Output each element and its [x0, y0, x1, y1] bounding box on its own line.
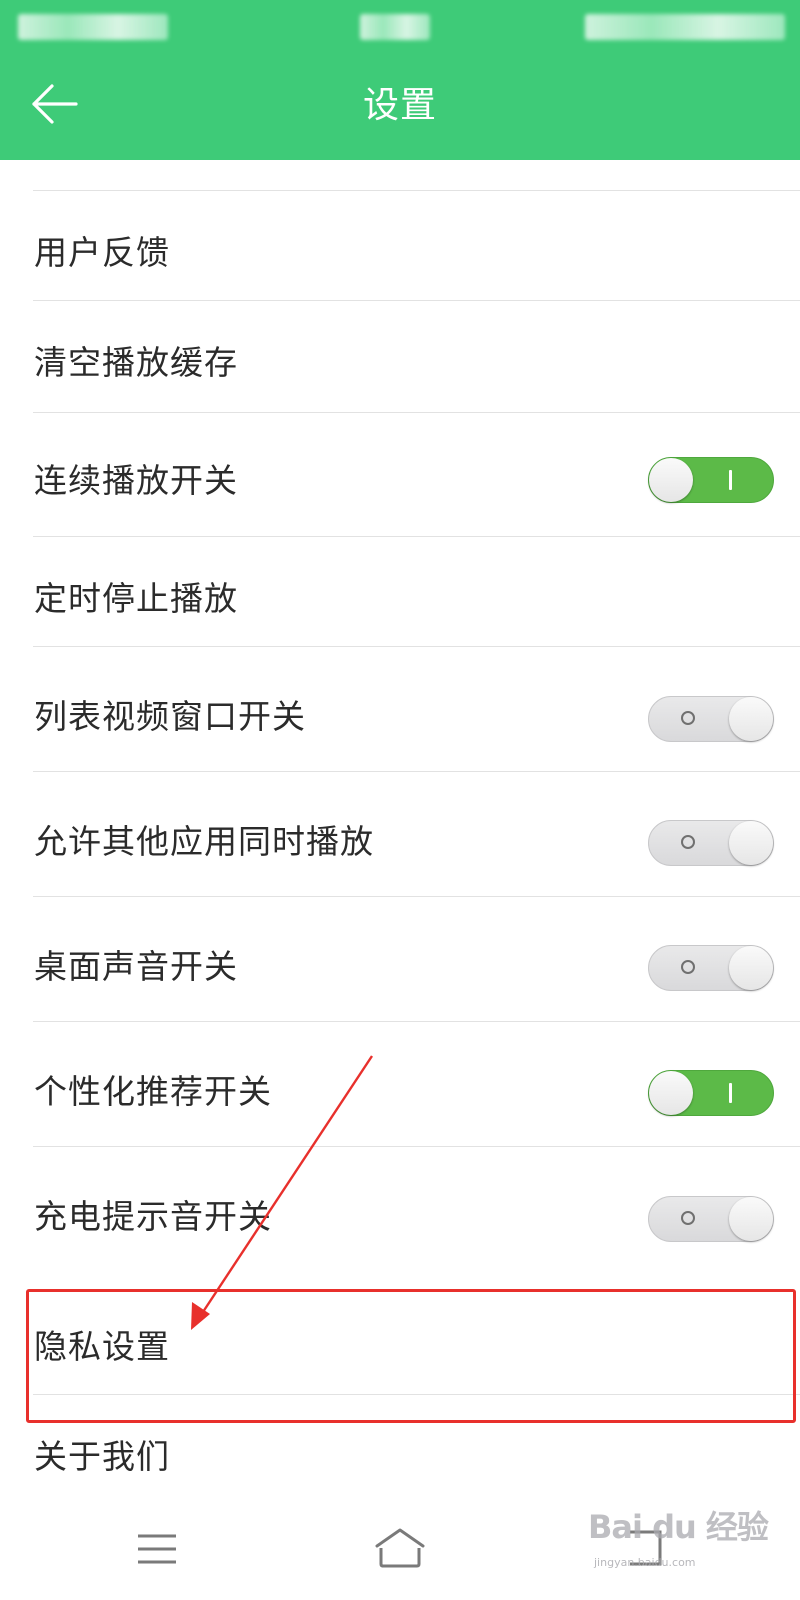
charging-sound-toggle[interactable]	[648, 1196, 774, 1242]
settings-screen: 设置 用户反馈 清空播放缓存 连续播放开关 定时停止播放 列表视频窗口开关 允许…	[0, 0, 800, 1600]
toggle-off-icon	[681, 1211, 695, 1225]
watermark-logo: Bai du 经验	[588, 1508, 769, 1546]
setting-label: 连续播放开关	[34, 461, 238, 500]
list-divider	[33, 1021, 800, 1022]
setting-item-sleep-timer[interactable]: 定时停止播放	[0, 538, 800, 644]
setting-label: 定时停止播放	[34, 579, 238, 618]
home-button[interactable]	[365, 1520, 435, 1580]
annotation-highlight-box	[26, 1289, 796, 1423]
setting-label: 列表视频窗口开关	[34, 697, 306, 736]
toggle-on-icon	[729, 1083, 732, 1103]
list-divider	[33, 412, 800, 413]
list-divider	[33, 536, 800, 537]
setting-item-feedback[interactable]: 用户反馈	[0, 192, 800, 300]
toggle-on-icon	[729, 470, 732, 490]
toggle-off-icon	[681, 960, 695, 974]
setting-label: 关于我们	[34, 1437, 170, 1476]
list-video-window-toggle[interactable]	[648, 696, 774, 742]
list-divider	[33, 1146, 800, 1147]
personalized-recommendation-toggle[interactable]	[648, 1070, 774, 1116]
toggle-off-icon	[681, 711, 695, 725]
home-icon	[375, 1528, 425, 1568]
toggle-knob	[729, 946, 773, 990]
setting-label: 允许其他应用同时播放	[34, 822, 374, 861]
setting-label: 桌面声音开关	[34, 947, 238, 986]
toggle-knob	[729, 1197, 773, 1241]
toggle-knob	[649, 1071, 693, 1115]
list-divider	[33, 771, 800, 772]
status-time-blurred	[360, 14, 430, 40]
toggle-knob	[729, 821, 773, 865]
setting-label: 充电提示音开关	[34, 1197, 272, 1236]
toggle-knob	[729, 697, 773, 741]
status-icons-blurred	[585, 14, 785, 40]
status-bar	[0, 0, 800, 56]
list-divider	[33, 896, 800, 897]
page-title: 设置	[362, 85, 437, 126]
desktop-sound-toggle[interactable]	[648, 945, 774, 991]
allow-other-apps-toggle[interactable]	[648, 820, 774, 866]
watermark-url: jingyan.baidu.com	[594, 1556, 696, 1569]
toggle-off-icon	[681, 835, 695, 849]
app-header: 设置	[0, 0, 800, 160]
setting-label: 用户反馈	[34, 233, 170, 272]
setting-item-clear-cache[interactable]: 清空播放缓存	[0, 302, 800, 410]
continuous-play-toggle[interactable]	[648, 457, 774, 503]
menu-icon	[138, 1534, 176, 1564]
status-signal-blurred	[18, 14, 168, 40]
list-divider	[33, 190, 800, 191]
watermark: Bai du 经验 jingyan.baidu.com	[588, 1500, 778, 1580]
setting-label: 个性化推荐开关	[34, 1072, 272, 1111]
menu-button[interactable]	[122, 1520, 192, 1580]
toggle-knob	[649, 458, 693, 502]
list-divider	[33, 300, 800, 301]
setting-label: 清空播放缓存	[34, 343, 238, 382]
list-divider	[33, 646, 800, 647]
